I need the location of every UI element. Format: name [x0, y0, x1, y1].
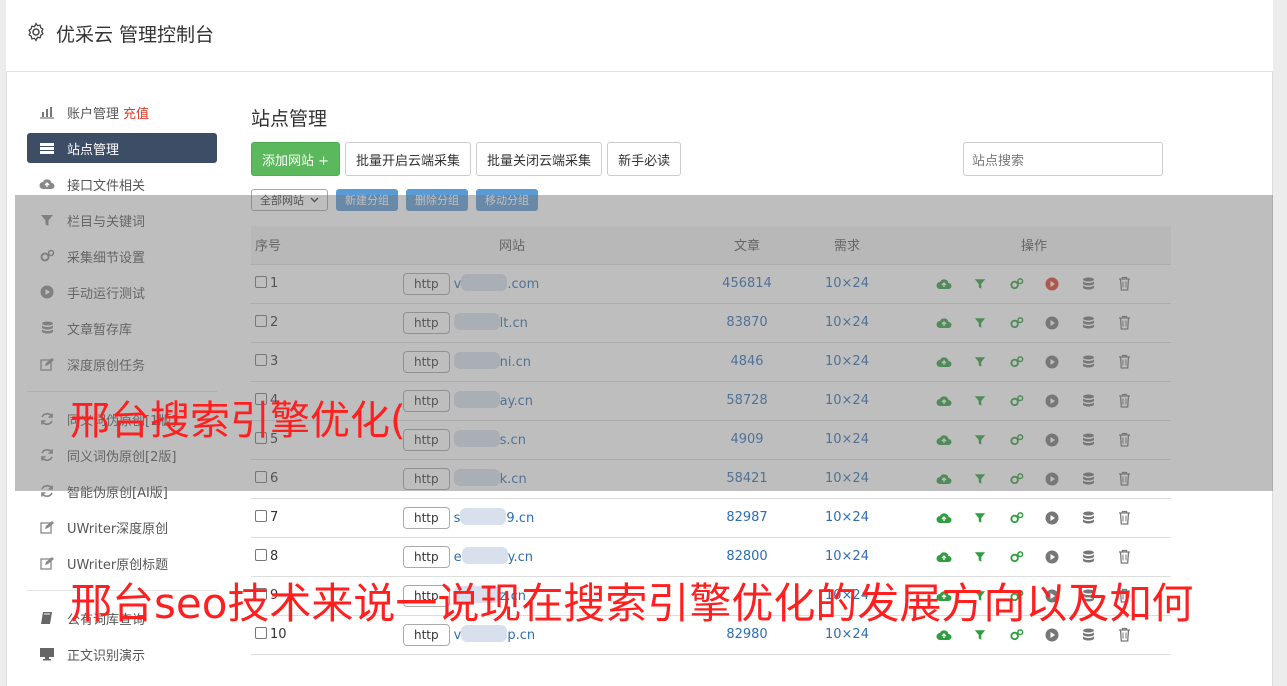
sidebar-item-label: 账户管理 — [67, 106, 120, 122]
gears-icon[interactable] — [1007, 548, 1025, 566]
row-number: 8 — [270, 549, 279, 564]
article-count[interactable]: 82987 — [726, 510, 767, 525]
database-icon[interactable] — [1079, 548, 1097, 566]
sidebar-item-main-0[interactable]: 账户管理 充值 — [27, 94, 217, 130]
row-checkbox[interactable] — [255, 549, 267, 561]
site-link[interactable]: e y.cn — [454, 546, 533, 565]
demand-value[interactable]: 10×24 — [825, 549, 869, 564]
sidebar-item-label: 接口文件相关 — [67, 178, 146, 194]
edit-icon — [38, 520, 56, 534]
sidebar-item-rewrite-3[interactable]: UWriter深度原创 — [27, 509, 217, 545]
row-number: 7 — [270, 510, 279, 525]
cloud-upload-icon[interactable] — [935, 509, 953, 527]
sidebar-item-label: 站点管理 — [67, 142, 120, 158]
edit-icon — [38, 556, 56, 570]
filter-icon[interactable] — [971, 509, 989, 527]
play-circle-icon[interactable] — [1043, 548, 1061, 566]
watermark-text-2: 邢台seo技术来说一说现在搜索引擎优化的发展方向以及如何 — [70, 579, 1194, 628]
gears-icon[interactable] — [1007, 509, 1025, 527]
batch-enable-button[interactable]: 批量开启云端采集 — [345, 142, 472, 176]
trash-icon[interactable] — [1115, 509, 1133, 527]
gear-icon[interactable] — [26, 22, 46, 42]
http-badge: http — [403, 506, 450, 529]
http-badge: http — [403, 545, 450, 568]
redacted-mask — [461, 546, 508, 564]
filter-icon[interactable] — [971, 548, 989, 566]
watermark-overlay — [15, 195, 1273, 491]
app-title: 优采云 管理控制台 — [56, 24, 215, 46]
watermark-text-1: 邢台搜索引擎优化( — [70, 398, 406, 444]
sidebar-item-label: UWriter深度原创 — [67, 521, 169, 537]
database-icon[interactable] — [1079, 509, 1097, 527]
row-checkbox[interactable] — [255, 510, 267, 522]
site-link[interactable]: s 9.cn — [454, 507, 534, 526]
article-count[interactable]: 82800 — [726, 549, 767, 564]
guide-button[interactable]: 新手必读 — [607, 142, 682, 176]
play-circle-icon[interactable] — [1043, 509, 1061, 527]
toolbar: 添加网站 + 批量开启云端采集 批量关闭云端采集 新手必读 — [251, 142, 682, 176]
monitor-icon — [38, 647, 56, 661]
sidebar-item-tools-1[interactable]: 正文识别演示 — [27, 636, 217, 672]
server-icon — [38, 141, 56, 155]
cloud-upload-icon[interactable] — [935, 548, 953, 566]
row-actions — [897, 548, 1171, 566]
sidebar-item-main-1[interactable]: 站点管理 — [27, 133, 217, 163]
batch-disable-button[interactable]: 批量关闭云端采集 — [476, 142, 603, 176]
table-row: 7 http s 9.cn 82987 10×24 — [251, 498, 1171, 538]
sidebar-item-label: 正文识别演示 — [67, 648, 146, 664]
demand-value[interactable]: 10×24 — [825, 510, 869, 525]
cloud-upload-icon — [38, 177, 56, 191]
bar-chart-icon — [38, 105, 56, 119]
trash-icon[interactable] — [1115, 548, 1133, 566]
row-actions — [897, 509, 1171, 527]
page-title: 站点管理 — [251, 108, 328, 130]
book-icon — [38, 611, 56, 625]
add-site-button[interactable]: 添加网站 + — [251, 142, 341, 176]
site-search-input[interactable]: 站点搜索 — [963, 142, 1163, 176]
redacted-mask — [460, 507, 507, 525]
top-header: 优采云 管理控制台 — [6, 0, 1273, 72]
recharge-link[interactable]: 充值 — [123, 103, 149, 122]
